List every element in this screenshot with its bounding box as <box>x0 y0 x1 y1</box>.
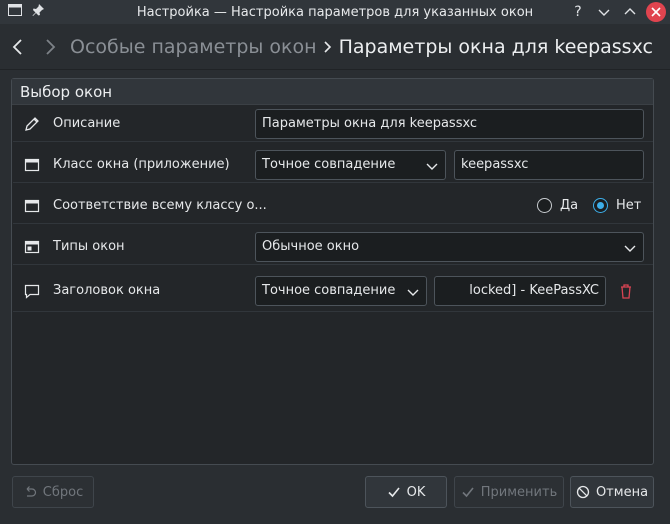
ok-button[interactable]: OK <box>365 476 447 508</box>
chevron-down-icon <box>426 163 438 170</box>
group-title: Выбор окон <box>12 79 653 105</box>
question-icon: ? <box>574 4 582 20</box>
undo-icon <box>26 486 36 497</box>
chevron-up-icon <box>624 8 636 15</box>
chevron-down-icon <box>407 289 419 296</box>
pencil-icon <box>23 115 41 133</box>
cancel-icon <box>576 485 590 499</box>
cancel-label: Отмена <box>595 484 649 500</box>
ok-label: OK <box>406 484 426 500</box>
help-button[interactable]: ? <box>568 2 588 22</box>
app-icon <box>7 2 23 22</box>
window-title-row: Заголовок окна Точное совпадение locked]… <box>13 270 653 312</box>
window-class-label: Класс окна (приложение) <box>53 157 230 172</box>
window-title-input[interactable]: locked] - KeePassXC <box>434 275 606 306</box>
radio-circle-checked <box>593 198 608 213</box>
cancel-button[interactable]: Отмена <box>570 476 654 508</box>
description-input[interactable]: Параметры окна для keepassxc <box>255 108 644 139</box>
chevron-down-icon <box>598 9 610 16</box>
window-icon <box>23 197 41 215</box>
pin-icon[interactable] <box>31 3 45 21</box>
maximize-button[interactable] <box>620 2 640 22</box>
window-class-input[interactable]: keepassxc <box>454 149 644 180</box>
close-icon <box>651 7 661 17</box>
forward-button[interactable] <box>36 24 64 69</box>
window-types-label: Типы окон <box>53 239 125 254</box>
speech-bubble-icon <box>23 282 41 300</box>
whole-class-row: Соответствие всему классу о... Да Нет <box>13 188 653 224</box>
window-types-select[interactable]: Обычное окно <box>255 231 644 262</box>
whole-class-no-label: Нет <box>616 198 642 213</box>
minimize-button[interactable] <box>594 2 614 22</box>
chevron-right-icon <box>324 40 331 53</box>
delete-title-button[interactable] <box>617 282 635 300</box>
window-class-row: Класс окна (приложение) Точное совпадени… <box>13 147 653 183</box>
main-area: Выбор окон Описание Параметры окна для k… <box>0 70 670 524</box>
check-icon <box>388 487 400 498</box>
window-types-row: Типы окон Обычное окно <box>13 229 653 265</box>
breadcrumb-separator <box>317 40 339 54</box>
radio-circle <box>537 198 552 213</box>
window-title-match-value: Точное совпадение <box>262 283 396 298</box>
apply-button[interactable]: Применить <box>454 476 564 508</box>
breadcrumb: Особые параметры окон Параметры окна для… <box>0 24 670 70</box>
trash-icon <box>621 284 631 299</box>
breadcrumb-previous[interactable]: Особые параметры окон <box>64 36 317 58</box>
window-title-label: Заголовок окна <box>53 283 161 298</box>
whole-class-label: Соответствие всему классу о... <box>53 198 267 213</box>
check-icon <box>462 487 474 498</box>
breadcrumb-current: Параметры окна для keepassxc <box>338 35 653 58</box>
window-title-value: locked] - KeePassXC <box>469 283 599 298</box>
chevron-down-icon <box>624 245 636 252</box>
description-label: Описание <box>53 116 121 131</box>
window-selection-group: Выбор окон Описание Параметры окна для k… <box>11 78 654 465</box>
window-class-match-select[interactable]: Точное совпадение <box>255 149 446 180</box>
whole-class-no-radio[interactable]: Нет <box>593 198 641 213</box>
window-icon <box>23 156 41 174</box>
chevron-right-icon <box>46 38 56 55</box>
back-button[interactable] <box>0 24 36 69</box>
close-window-button[interactable] <box>646 2 666 22</box>
reset-label: Сброс <box>42 484 84 500</box>
window-class-match-value: Точное совпадение <box>262 157 396 172</box>
window-types-icon <box>23 238 41 256</box>
window-types-value: Обычное окно <box>262 239 360 254</box>
window-titlebar: Настройка — Настройка параметров для ука… <box>0 0 670 24</box>
chevron-left-icon <box>12 38 22 55</box>
apply-label: Применить <box>480 484 558 500</box>
window-title-match-select[interactable]: Точное совпадение <box>255 275 427 306</box>
whole-class-yes-label: Да <box>560 198 579 213</box>
description-row: Описание Параметры окна для keepassxc <box>13 106 653 142</box>
reset-button[interactable]: Сброс <box>12 476 94 508</box>
whole-class-yes-radio[interactable]: Да <box>537 198 578 213</box>
